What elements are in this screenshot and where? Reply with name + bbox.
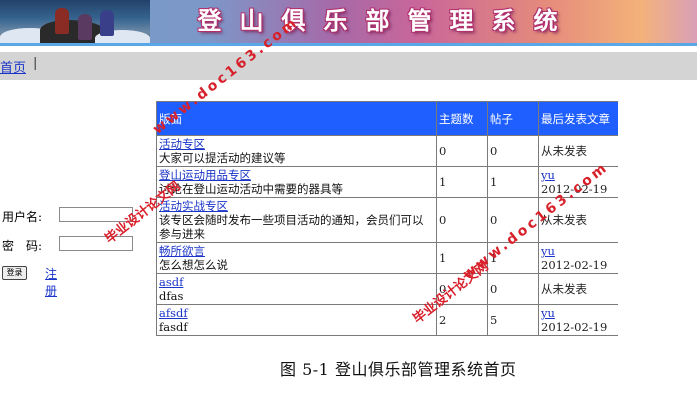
username-input[interactable] <box>59 207 133 222</box>
last-post-cell: yu 2012-02-19 <box>538 242 618 274</box>
banner-title: 登 山 俱 乐 部 管 理 系 统 <box>195 6 560 36</box>
table-header-row: 版面 主题数 帖子 最后发表文章 <box>156 101 618 136</box>
header-topics: 主题数 <box>436 101 488 136</box>
last-post-cell: 从未发表 <box>538 197 618 243</box>
last-post-text: 2012-02-19 <box>541 320 608 334</box>
last-post-text: 从未发表 <box>541 213 587 227</box>
banner-char: 理 <box>449 7 474 35</box>
last-post-cell: yu 2012-02-19 <box>538 304 618 336</box>
forum-desc: 该专区会随时发布一些项目活动的通知，会员们可以参与进来 <box>159 213 424 241</box>
forum-cell: 活动实战专区 该专区会随时发布一些项目活动的通知，会员们可以参与进来 <box>156 197 437 243</box>
nav-bar: 首页 | <box>0 52 697 80</box>
banner-char: 山 <box>239 7 264 35</box>
forum-cell: afsdf fasdf <box>156 304 437 336</box>
last-post-text: 2012-02-19 <box>541 258 608 272</box>
banner-char: 乐 <box>323 7 348 35</box>
register-link[interactable]: 注册 <box>45 265 57 299</box>
last-post-text: 从未发表 <box>541 144 587 158</box>
banner-char: 登 <box>197 7 222 35</box>
banner-char: 管 <box>407 7 432 35</box>
forum-link[interactable]: 活动实战专区 <box>159 199 228 213</box>
header-posts: 帖子 <box>487 101 539 136</box>
table-row: 登山运动用品专区 讨论在登山运动活动中需要的器具等 1 1 yu 2012-02-1… <box>156 166 618 198</box>
forum-link[interactable]: asdf <box>159 275 183 289</box>
forum-link[interactable]: 活动专区 <box>159 137 205 151</box>
topic-count: 1 <box>436 166 488 198</box>
topic-count: 0 <box>436 273 488 305</box>
forum-desc: 讨论在登山运动活动中需要的器具等 <box>159 182 343 196</box>
forum-desc: dfas <box>159 289 184 303</box>
password-input[interactable] <box>59 236 133 251</box>
forum-cell: asdf dfas <box>156 273 437 305</box>
forum-table-container: 版面 主题数 帖子 最后发表文章 活动专区 大家可以提活动的建议等 0 0 从未发… <box>156 101 618 343</box>
forum-cell: 畅所欲言 怎么想怎么说 <box>156 242 437 274</box>
last-post-text: 2012-02-19 <box>541 182 608 196</box>
forum-desc: 大家可以提活动的建议等 <box>159 151 286 165</box>
nav-home-link[interactable]: 首页 <box>0 57 26 76</box>
figure-caption: 图 5-1 登山俱乐部管理系统首页 <box>280 360 517 379</box>
forum-desc: 怎么想怎么说 <box>159 258 228 272</box>
table-row: 活动实战专区 该专区会随时发布一些项目活动的通知，会员们可以参与进来 0 0 从未… <box>156 197 618 243</box>
table-row: afsdf fasdf 2 5 yu 2012-02-19 <box>156 304 618 336</box>
password-label: 密 码: <box>2 239 43 253</box>
header-board: 版面 <box>156 101 437 136</box>
topic-count: 0 <box>436 197 488 243</box>
last-post-cell: 从未发表 <box>538 273 618 305</box>
username-label: 用户名: <box>2 210 43 224</box>
post-count: 5 <box>487 304 539 336</box>
last-post-text: 从未发表 <box>541 282 587 296</box>
last-post-user-link[interactable]: yu <box>541 168 616 182</box>
topic-count: 2 <box>436 304 488 336</box>
forum-desc: fasdf <box>159 320 188 334</box>
banner-divider <box>0 43 697 46</box>
topic-count: 1 <box>436 242 488 274</box>
nav-separator: | <box>33 56 38 71</box>
banner-char: 俱 <box>281 7 306 35</box>
post-count: 0 <box>487 197 539 243</box>
forum-table: 版面 主题数 帖子 最后发表文章 活动专区 大家可以提活动的建议等 0 0 从未发… <box>156 101 618 336</box>
last-post-user-link[interactable]: yu <box>541 244 616 258</box>
post-count: 0 <box>487 273 539 305</box>
post-count: 1 <box>487 166 539 198</box>
forum-link[interactable]: 登山运动用品专区 <box>159 168 251 182</box>
topic-count: 0 <box>436 135 488 167</box>
mountaineers-photo <box>0 0 150 46</box>
banner-char: 系 <box>491 7 516 35</box>
post-count: 1 <box>487 242 539 274</box>
last-post-cell: yu 2012-02-19 <box>538 166 618 198</box>
forum-link[interactable]: 畅所欲言 <box>159 244 205 258</box>
header-last-post: 最后发表文章 <box>538 101 618 136</box>
forum-link[interactable]: afsdf <box>159 306 188 320</box>
table-row: 畅所欲言 怎么想怎么说 1 1 yu 2012-02-19 <box>156 242 618 274</box>
last-post-user-link[interactable]: yu <box>541 306 616 320</box>
last-post-cell: 从未发表 <box>538 135 618 167</box>
banner-char: 部 <box>365 7 390 35</box>
login-button[interactable]: 登录 <box>2 266 27 280</box>
post-count: 0 <box>487 135 539 167</box>
site-banner: 登 山 俱 乐 部 管 理 系 统 <box>0 0 697 46</box>
banner-char: 统 <box>533 7 558 35</box>
table-row: asdf dfas 0 0 从未发表 <box>156 273 618 305</box>
forum-cell: 活动专区 大家可以提活动的建议等 <box>156 135 437 167</box>
table-row: 活动专区 大家可以提活动的建议等 0 0 从未发表 <box>156 135 618 167</box>
forum-cell: 登山运动用品专区 讨论在登山运动活动中需要的器具等 <box>156 166 437 198</box>
